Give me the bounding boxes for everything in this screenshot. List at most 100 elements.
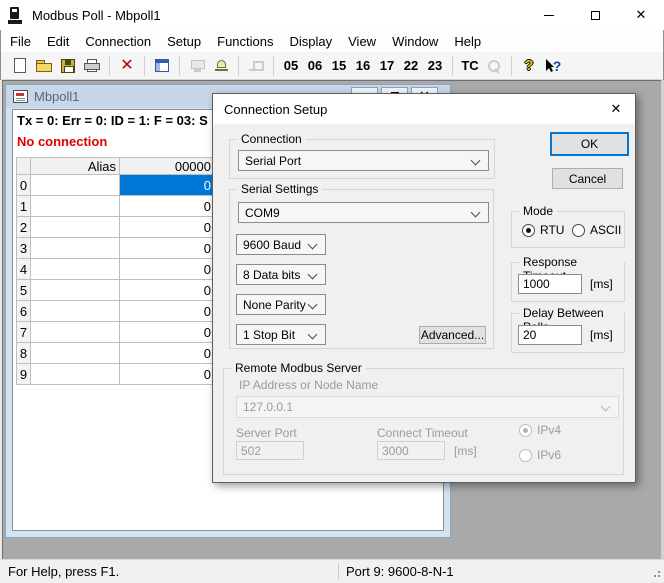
data-bits-combobox[interactable]: 8 Data bits — [236, 264, 326, 285]
row-number-cell[interactable]: 6 — [17, 301, 31, 322]
rtu-radio[interactable] — [522, 224, 535, 237]
rtu-radio-row[interactable]: RTU — [522, 223, 564, 237]
function-05-button[interactable]: 05 — [279, 58, 303, 73]
alias-cell[interactable] — [31, 175, 120, 196]
alias-cell[interactable] — [31, 364, 120, 385]
chevron-down-icon — [308, 240, 318, 250]
row-number-cell[interactable]: 9 — [17, 364, 31, 385]
menu-setup[interactable]: Setup — [159, 32, 209, 51]
chevron-down-icon — [308, 270, 318, 280]
stop-bits-combobox[interactable]: 1 Stop Bit — [236, 324, 326, 345]
value-cell[interactable]: 0 — [120, 238, 215, 259]
dialog-close-button[interactable] — [597, 94, 635, 124]
value-cell[interactable]: 0 — [120, 343, 215, 364]
alias-cell[interactable] — [31, 343, 120, 364]
ipv4-radio-label: IPv4 — [537, 423, 561, 437]
value-cell[interactable]: 0 — [120, 322, 215, 343]
poll-definition-button[interactable] — [185, 54, 209, 78]
value-cell[interactable]: 0 — [120, 301, 215, 322]
communication-log-button[interactable] — [209, 54, 233, 78]
row-number-cell[interactable]: 7 — [17, 322, 31, 343]
ascii-radio-row[interactable]: ASCII — [572, 223, 621, 237]
chevron-down-icon — [308, 330, 318, 340]
grid-row: 8 0 — [17, 343, 215, 364]
menu-help[interactable]: Help — [446, 32, 489, 51]
grid-row: 7 0 — [17, 322, 215, 343]
test-center-button[interactable]: TC — [458, 58, 482, 73]
alias-cell[interactable] — [31, 322, 120, 343]
row-number-cell[interactable]: 2 — [17, 217, 31, 238]
grid-row: 2 0 — [17, 217, 215, 238]
chevron-down-icon — [308, 300, 318, 310]
alias-cell[interactable] — [31, 280, 120, 301]
parity-combobox[interactable]: None Parity — [236, 294, 326, 315]
maximize-button[interactable] — [572, 0, 618, 30]
display-setup-button[interactable] — [150, 54, 174, 78]
menu-connection[interactable]: Connection — [77, 32, 159, 51]
help-button[interactable]: ? — [517, 54, 541, 78]
menu-functions[interactable]: Functions — [209, 32, 281, 51]
function-23-button[interactable]: 23 — [423, 58, 447, 73]
minimize-button[interactable] — [526, 0, 572, 30]
baud-rate-combobox[interactable]: 9600 Baud — [236, 234, 326, 255]
cancel-button[interactable]: Cancel — [552, 168, 623, 189]
response-timeout-input[interactable] — [518, 274, 582, 294]
alias-cell[interactable] — [31, 301, 120, 322]
status-help-text: For Help, press F1. — [8, 564, 119, 579]
value-cell[interactable]: 0 — [120, 217, 215, 238]
menu-edit[interactable]: Edit — [39, 32, 77, 51]
function-06-button[interactable]: 06 — [303, 58, 327, 73]
alias-cell[interactable] — [31, 196, 120, 217]
save-button[interactable] — [56, 54, 80, 78]
menu-display[interactable]: Display — [282, 32, 341, 51]
row-number-cell[interactable]: 3 — [17, 238, 31, 259]
display-window-icon — [155, 59, 169, 72]
alias-cell[interactable] — [31, 259, 120, 280]
row-number-cell[interactable]: 8 — [17, 343, 31, 364]
ipv4-radio-row: IPv4 — [519, 423, 561, 437]
close-button[interactable] — [618, 0, 664, 30]
function-17-button[interactable]: 17 — [375, 58, 399, 73]
zoom-button[interactable] — [482, 54, 506, 78]
dialog-titlebar[interactable]: Connection Setup — [213, 94, 635, 124]
open-file-button[interactable] — [32, 54, 56, 78]
grid-corner-header[interactable] — [17, 158, 31, 175]
value-cell[interactable]: 0 — [120, 196, 215, 217]
alias-cell[interactable] — [31, 217, 120, 238]
connection-type-combobox[interactable]: Serial Port — [238, 150, 489, 171]
register-grid: Alias 00000 0 0 1 0 2 0 3 0 4 0 5 0 — [16, 157, 215, 385]
row-number-cell[interactable]: 0 — [17, 175, 31, 196]
register-grid-body: 0 0 1 0 2 0 3 0 4 0 5 0 6 0 7 0 8 — [17, 175, 215, 385]
row-number-cell[interactable]: 1 — [17, 196, 31, 217]
alias-cell[interactable] — [31, 238, 120, 259]
ok-button[interactable]: OK — [550, 132, 629, 156]
menu-window[interactable]: Window — [384, 32, 446, 51]
function-22-button[interactable]: 22 — [399, 58, 423, 73]
register-column-header[interactable]: 00000 — [120, 158, 215, 175]
disconnect-button[interactable]: ✕ — [115, 54, 139, 78]
row-number-cell[interactable]: 4 — [17, 259, 31, 280]
alias-column-header[interactable]: Alias — [31, 158, 120, 175]
menu-view[interactable]: View — [340, 32, 384, 51]
menu-file[interactable]: File — [2, 32, 39, 51]
com-port-combobox[interactable]: COM9 — [238, 202, 489, 223]
delay-input[interactable] — [518, 325, 582, 345]
function-15-button[interactable]: 15 — [327, 58, 351, 73]
mode-group-label: Mode — [519, 204, 557, 218]
value-cell[interactable]: 0 — [120, 280, 215, 301]
print-button[interactable] — [80, 54, 104, 78]
single-poll-button[interactable] — [244, 54, 268, 78]
row-number-cell[interactable]: 5 — [17, 280, 31, 301]
advanced-button[interactable]: Advanced... — [419, 326, 486, 344]
value-cell[interactable]: 0 — [120, 259, 215, 280]
value-cell[interactable]: 0 — [120, 364, 215, 385]
toolbar-separator — [144, 56, 145, 76]
value-cell[interactable]: 0 — [120, 175, 215, 196]
toolbar-separator — [179, 56, 180, 76]
new-file-button[interactable] — [8, 54, 32, 78]
ascii-radio[interactable] — [572, 224, 585, 237]
resize-grip[interactable] — [652, 571, 660, 579]
context-help-button[interactable]: ? — [541, 54, 565, 78]
magnifier-icon — [487, 59, 501, 73]
function-16-button[interactable]: 16 — [351, 58, 375, 73]
